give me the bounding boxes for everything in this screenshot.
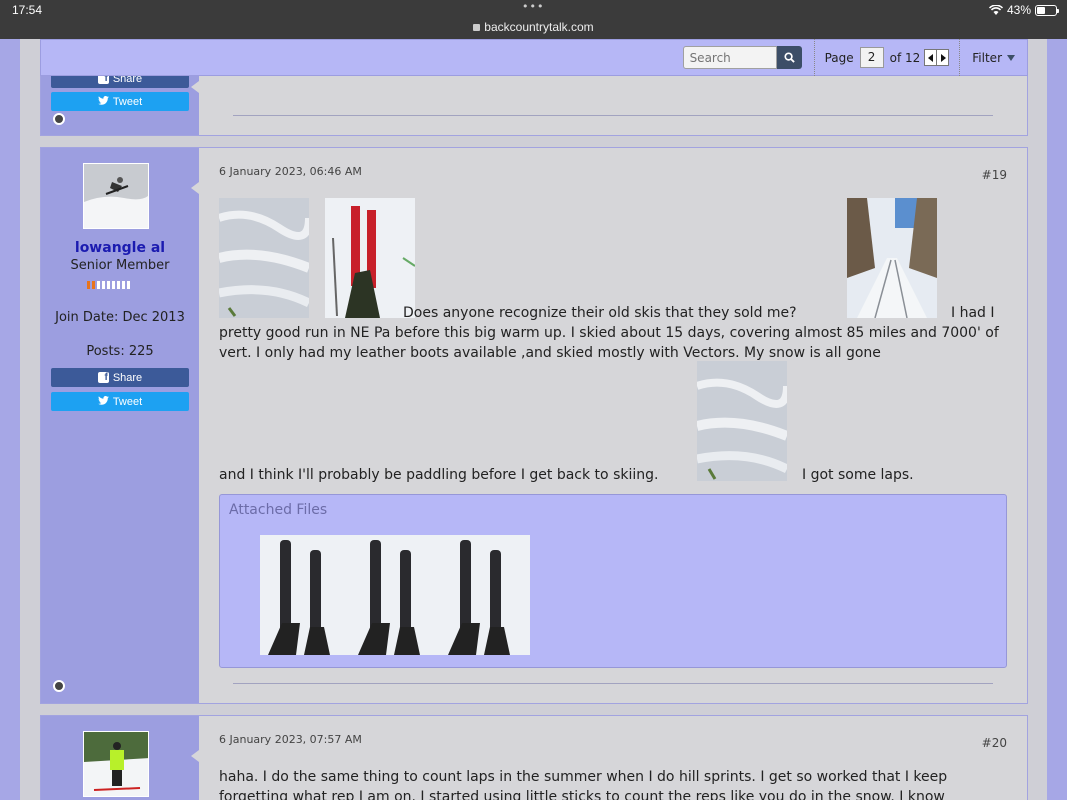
snow-tracks-image[interactable] (697, 361, 787, 481)
share-label: Share (112, 371, 143, 384)
rank-segment (107, 281, 110, 289)
page-number-input[interactable]: 2 (859, 47, 884, 68)
page-total: of 12 (889, 50, 921, 65)
post-count: Posts: 225 (86, 344, 154, 359)
pagination: Page 2 of 12 (813, 39, 961, 76)
post-divider (233, 683, 993, 684)
status-time: 17:54 (12, 3, 43, 17)
attachment-thumbnail[interactable] (350, 535, 440, 655)
post-20: 6 January 2023, 07:57 AM #20 haha. I do … (40, 715, 1028, 800)
tab-dots-icon[interactable]: ••• (522, 0, 544, 13)
post-text: I got some laps. (802, 467, 914, 483)
search-button[interactable] (776, 46, 802, 69)
online-status-icon (53, 680, 65, 692)
attached-files-title: Attached Files (229, 502, 328, 518)
tweet-label: Tweet (112, 395, 143, 408)
battery-percent: 43% (1006, 3, 1031, 17)
lock-icon (473, 24, 481, 31)
user-title: Senior Member (70, 258, 170, 273)
rank-segment (92, 281, 95, 289)
search-icon (784, 52, 795, 63)
rank-segment (87, 281, 90, 289)
rank-segment (112, 281, 115, 289)
battery-fill (1037, 6, 1045, 14)
post-number-link[interactable]: #19 (982, 168, 1007, 182)
wifi-icon (988, 5, 1003, 15)
status-bar: 17:54 ••• backcountrytalk.com 43% (0, 0, 1067, 39)
search-input[interactable] (682, 46, 777, 69)
post-content: 6 January 2023, 06:46 AM #19 Does anyone… (191, 148, 1027, 703)
post-text: I had I pretty good run in NE Pa before … (219, 305, 999, 361)
rank-segment (122, 281, 125, 289)
twitter-icon (97, 95, 109, 108)
post-text: haha. I do the same thing to count laps … (219, 769, 948, 800)
post-sidebar (41, 716, 199, 800)
tweet-button[interactable]: Tweet (51, 92, 189, 111)
page-label: Page (824, 50, 854, 65)
post-sidebar: lowangle al Senior Member Join Date: Dec… (41, 148, 199, 703)
avatar[interactable] (83, 163, 149, 229)
share-button[interactable]: f Share (51, 368, 189, 387)
rank-segment (117, 281, 120, 289)
search-box (682, 46, 802, 69)
join-date: Join Date: Dec 2013 (55, 310, 185, 325)
filter-label: Filter (972, 50, 1002, 65)
post-date: 6 January 2023, 07:57 AM (219, 733, 362, 746)
address-url: backcountrytalk.com (484, 20, 594, 34)
post-divider (233, 115, 993, 116)
tweet-button[interactable]: Tweet (51, 392, 189, 411)
address-bar[interactable]: backcountrytalk.com (0, 20, 1067, 34)
avatar[interactable] (83, 731, 149, 797)
filter-button[interactable]: Filter (960, 51, 1027, 65)
rank-segment (97, 281, 100, 289)
thread-toolbar: Page 2 of 12 Filter (40, 39, 1028, 76)
attached-files-box: Attached Files (219, 494, 1007, 668)
caret-down-icon (1007, 54, 1015, 61)
triangle-right-icon (940, 53, 946, 62)
post-date: 6 January 2023, 06:46 AM (219, 165, 362, 178)
rank-segment (102, 281, 105, 289)
tweet-label: Tweet (112, 95, 143, 108)
forest-trail-image[interactable] (847, 198, 937, 318)
snow-tracks-image[interactable] (219, 198, 309, 318)
rank-segment (127, 281, 130, 289)
post-number-link[interactable]: #20 (982, 736, 1007, 750)
status-indicators: 43% (988, 3, 1059, 17)
attachment-thumbnail[interactable] (260, 535, 350, 655)
username-link[interactable]: lowangle al (41, 240, 199, 256)
triangle-left-icon (927, 53, 933, 62)
facebook-icon: f (97, 372, 109, 383)
battery-icon (1035, 4, 1059, 16)
post-19: lowangle al Senior Member Join Date: Dec… (40, 147, 1028, 704)
post-content: 6 January 2023, 07:57 AM #20 haha. I do … (191, 716, 1027, 800)
next-page-button[interactable] (936, 49, 950, 66)
attachment-thumbnail[interactable] (440, 535, 530, 655)
rank-bar (87, 281, 130, 289)
red-skis-image[interactable] (325, 198, 415, 318)
twitter-icon (97, 395, 109, 408)
online-status-icon (53, 113, 65, 125)
